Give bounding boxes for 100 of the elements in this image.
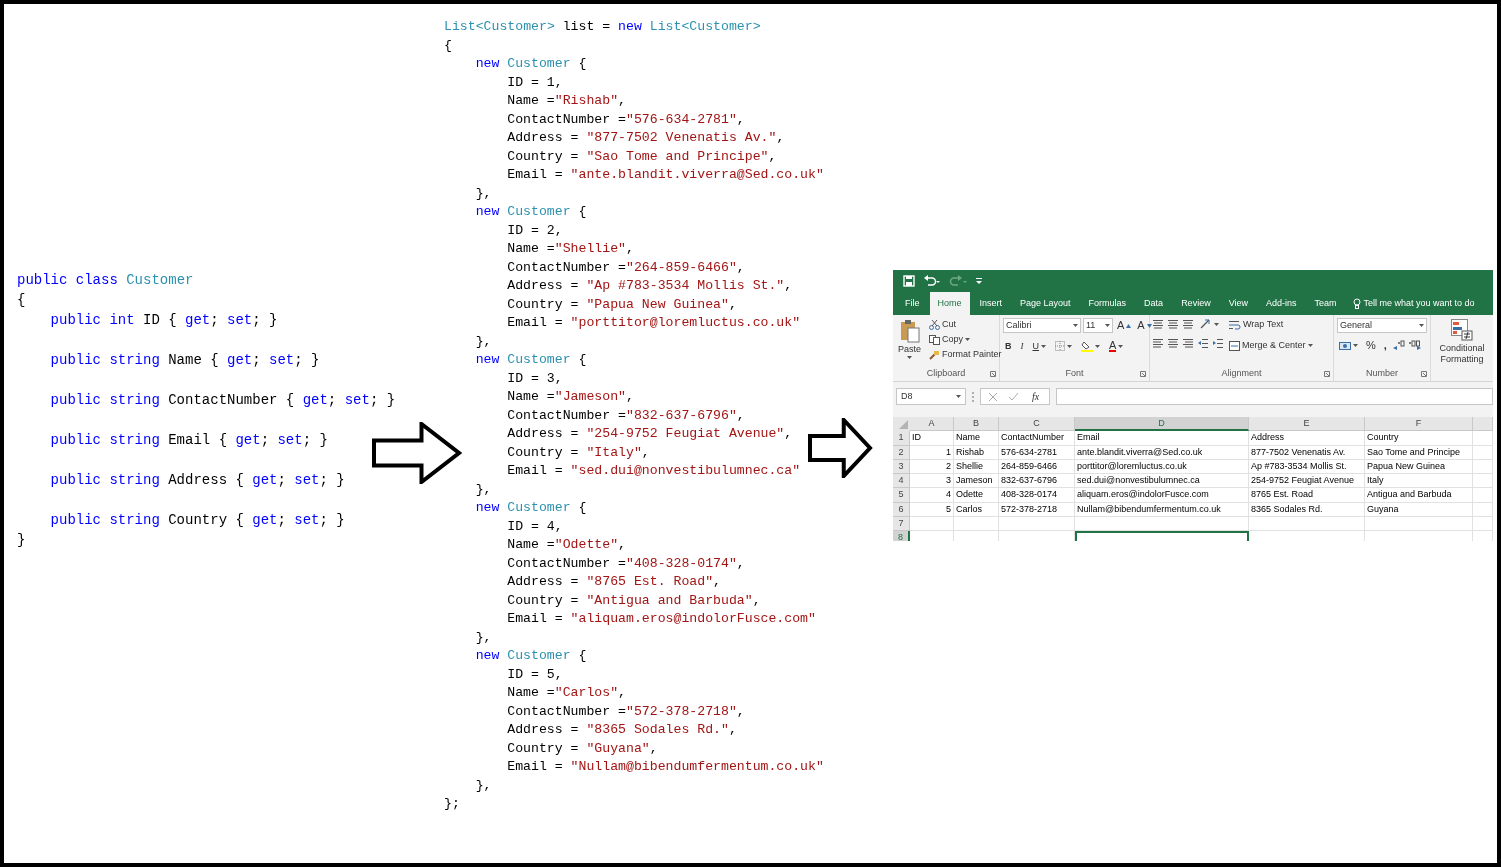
align-bottom-icon[interactable] [1183,318,1193,330]
fill-color-button[interactable] [1079,339,1102,353]
table-cell: 877-7502 Venenatis Av. [1249,445,1365,460]
align-right-icon[interactable] [1183,338,1193,349]
empty-cell[interactable] [954,517,999,532]
grow-font-button[interactable]: A [1115,319,1134,332]
code-line: Email = "aliquam.eros@indolorFusce.com" [506,610,816,628]
table-cell: Papua New Guinea [1365,459,1473,475]
decrease-indent-icon[interactable] [1198,338,1208,349]
clipboard-icon [899,319,920,343]
row-header[interactable]: 5 [893,488,910,503]
ribbon-tab[interactable]: Formulas [1080,292,1135,315]
undo-icon[interactable] [923,275,941,287]
table-cell: 8765 Est. Road [1249,488,1365,503]
increase-indent-icon[interactable] [1213,338,1223,349]
checkmark-icon[interactable] [1009,392,1018,401]
shrink-font-button[interactable]: A [1135,319,1154,332]
orientation-button[interactable] [1198,318,1221,330]
font-color-button[interactable]: A [1107,339,1126,353]
table-cell: 254-9752 Feugiat Avenue [1249,474,1365,489]
code-line: Email = "ante.blandit.viverra@Sed.co.uk" [506,166,824,184]
code-line: }, [474,776,492,795]
format-painter-button[interactable]: Format Painter [927,348,1004,361]
code-line: ID = 1, [506,73,563,92]
column-header[interactable]: B [954,417,999,432]
empty-cell[interactable] [1249,517,1365,532]
ribbon-tab[interactable]: Data [1136,292,1172,315]
launcher-icon[interactable] [990,371,996,377]
select-all-icon[interactable] [893,417,910,431]
font-size-field[interactable]: 11 [1083,318,1113,333]
customize-icon[interactable] [975,275,983,287]
column-header[interactable]: F [1365,417,1473,432]
row-header[interactable]: 8 [893,531,910,541]
align-left-icon[interactable] [1153,338,1163,349]
empty-cell[interactable] [1473,517,1493,532]
caret-icon [956,395,961,398]
empty-cell[interactable] [1365,517,1473,532]
align-center-icon[interactable] [1168,338,1178,349]
merge-center-button[interactable]: Merge & Center [1227,339,1315,352]
align-top-icon[interactable] [1153,318,1163,330]
close-icon[interactable] [989,392,997,401]
currency-button[interactable] [1337,339,1360,352]
empty-cell[interactable] [1075,517,1249,532]
copy-button[interactable]: Copy [927,333,1004,346]
insert-function-button[interactable]: fx [1030,390,1042,403]
decrease-decimal-icon[interactable] [1408,340,1421,351]
ribbon-tab[interactable]: Page Layout [1012,292,1079,315]
formula-field[interactable] [1056,388,1493,405]
caret-icon [965,338,971,341]
align-middle-icon[interactable] [1168,318,1178,330]
paste-button[interactable]: Paste [896,318,923,367]
code-line: new Customer { [474,647,587,665]
launcher-icon[interactable] [1324,371,1330,377]
empty-cell[interactable] [1473,459,1493,475]
cut-button[interactable]: Cut [927,318,1004,331]
empty-cell[interactable] [1473,445,1493,460]
name-box-field[interactable]: D8 [896,388,966,405]
save-icon[interactable] [903,275,915,287]
row-header[interactable]: 1 [893,431,910,446]
code-line: public string ContactNumber { get; set; } [49,391,396,410]
empty-cell[interactable] [1473,502,1493,518]
empty-cell[interactable] [1473,474,1493,489]
launcher-icon[interactable] [1140,371,1146,377]
table-cell: 264-859-6466 [999,459,1075,475]
borders-button[interactable] [1053,340,1074,352]
table-cell: 8365 Sodales Rd. [1249,502,1365,518]
conditional-formatting-icon [1451,319,1473,341]
increase-decimal-icon[interactable] [1392,340,1405,351]
empty-cell[interactable] [1473,488,1493,503]
italic-button[interactable]: I [1018,339,1026,353]
ribbon-tab[interactable]: Home [929,292,970,315]
code-line: List<Customer> list = new List<Customer> [444,18,761,36]
wrap-text-button[interactable]: Wrap Text [1227,318,1315,331]
code-line: }, [474,332,492,351]
ribbon-tab[interactable]: View [1220,292,1256,315]
conditional-formatting-button[interactable]: Conditional Formatting [1434,318,1490,366]
code-line: public class Customer [17,271,194,290]
row-header[interactable]: 4 [893,474,910,489]
ribbon-tab[interactable]: Review [1173,292,1219,315]
column-header[interactable]: C [999,417,1075,432]
search-hint[interactable]: Tell me what you want to do [1363,297,1475,309]
column-header[interactable]: D [1075,417,1249,432]
ribbon-tab[interactable]: File [897,292,928,315]
bold-button[interactable]: B [1003,339,1014,353]
font-name-field[interactable]: Calibri [1003,318,1081,333]
ribbon-tab[interactable]: Team [1306,292,1345,315]
ribbon-tab[interactable]: Add-ins [1258,292,1305,315]
empty-cell[interactable] [1473,431,1493,446]
column-header[interactable]: E [1249,417,1365,432]
percent-button[interactable]: % [1364,339,1378,352]
ribbon-tab[interactable]: Insert [971,292,1011,315]
column-header[interactable]: A [910,417,954,432]
comma-button[interactable]: , [1381,339,1389,352]
underline-button[interactable]: U [1030,339,1048,353]
row-header[interactable]: 7 [893,517,910,532]
empty-cell[interactable] [999,517,1075,532]
number-format-field[interactable]: General [1337,318,1427,333]
code-line: { [17,291,26,310]
launcher-icon[interactable] [1421,371,1427,377]
code-line: new Customer { [474,499,587,517]
